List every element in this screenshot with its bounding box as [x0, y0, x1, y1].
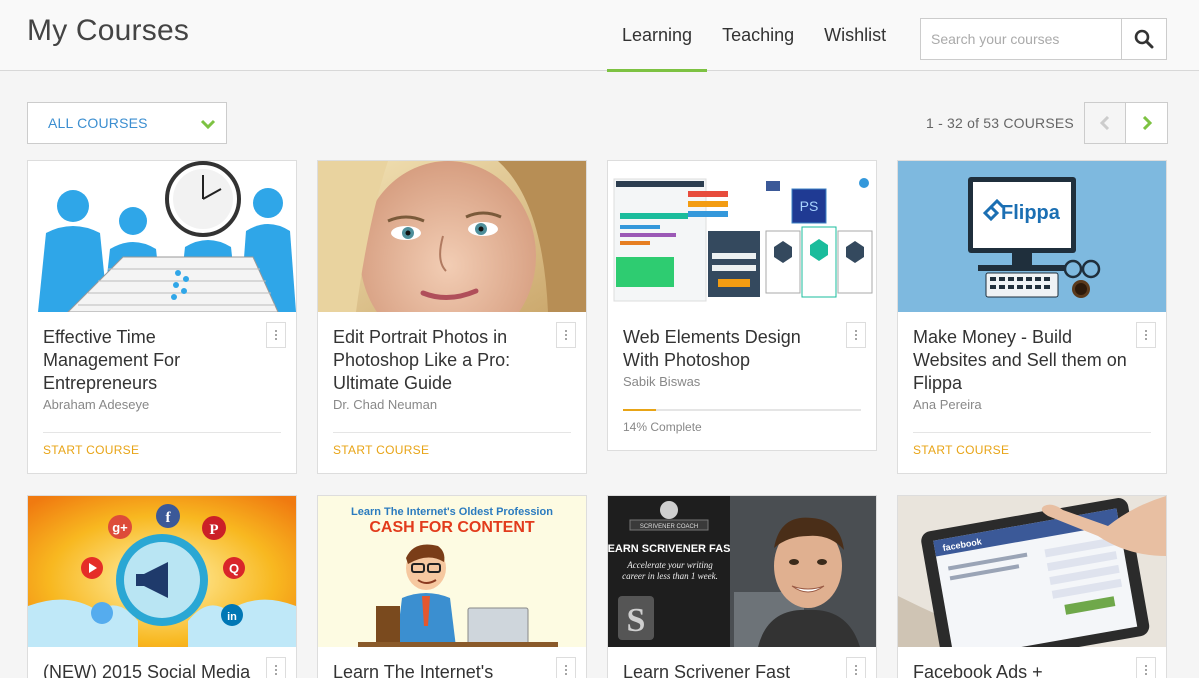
course-info: Web Elements Design With Photoshop Sabik…	[608, 312, 876, 389]
course-card[interactable]: g+ f P Q in (NEW) 2015 Social Media	[27, 495, 297, 678]
card-divider	[43, 432, 281, 433]
course-card[interactable]: facebook Facebook Ads +	[897, 495, 1167, 678]
ps-badge-text: PS	[800, 198, 819, 214]
scrivener-title: LEARN SCRIVENER FAST	[608, 543, 737, 555]
pagination	[1084, 102, 1168, 144]
svg-text:S: S	[627, 602, 646, 639]
course-card[interactable]: SCRIVENER COACH LEARN SCRIVENER FAST Acc…	[607, 495, 877, 678]
chevron-left-icon	[1099, 116, 1110, 130]
course-card[interactable]: PS Web Elements Design With Photoshop Sa…	[607, 160, 877, 451]
course-title[interactable]: (NEW) 2015 Social Media	[43, 661, 258, 678]
chevron-down-icon	[200, 119, 216, 130]
scrivener-subtitle: Accelerate your writing career in less t…	[622, 560, 718, 581]
course-thumbnail[interactable]: SCRIVENER COACH LEARN SCRIVENER FAST Acc…	[608, 496, 876, 647]
tab-teaching[interactable]: Teaching	[707, 0, 809, 71]
course-card[interactable]: Effective Time Management For Entreprene…	[27, 160, 297, 474]
course-thumbnail[interactable]	[318, 161, 586, 312]
start-course-link[interactable]: START COURSE	[333, 443, 429, 457]
scrivener-image: SCRIVENER COACH LEARN SCRIVENER FAST Acc…	[608, 496, 876, 647]
course-thumbnail[interactable]	[28, 161, 296, 312]
course-thumbnail[interactable]: facebook	[898, 496, 1166, 647]
scrivener-badge: SCRIVENER COACH	[640, 524, 698, 530]
course-title[interactable]: Effective Time Management For Entreprene…	[43, 326, 258, 395]
previous-page-button[interactable]	[1084, 102, 1126, 144]
top-header: My Courses Learning Teaching Wishlist	[0, 0, 1199, 72]
chevron-right-icon	[1142, 116, 1152, 130]
svg-text:in: in	[227, 611, 237, 623]
flippa-logo-text: Flippa	[1001, 202, 1061, 224]
course-progress-bar	[623, 409, 861, 411]
course-author: Abraham Adeseye	[43, 397, 150, 412]
course-tabs: Learning Teaching Wishlist	[607, 0, 901, 72]
course-card[interactable]: Edit Portrait Photos in Photoshop Like a…	[317, 160, 587, 474]
course-menu-button[interactable]	[1136, 322, 1156, 348]
tab-wishlist[interactable]: Wishlist	[809, 0, 901, 71]
start-course-link[interactable]: START COURSE	[913, 443, 1009, 457]
course-author: Sabik Biswas	[623, 374, 701, 389]
start-course-link[interactable]: START COURSE	[43, 443, 139, 457]
course-author: Dr. Chad Neuman	[333, 397, 438, 412]
page-title: My Courses	[27, 14, 190, 47]
svg-text:P: P	[209, 522, 218, 538]
social-media-image: g+ f P Q in	[28, 496, 296, 647]
course-title[interactable]: Learn Scrivener Fast	[623, 661, 838, 678]
course-title[interactable]: Edit Portrait Photos in Photoshop Like a…	[333, 326, 548, 395]
portrait-photo-image	[318, 161, 586, 312]
search-input[interactable]	[920, 18, 1121, 60]
web-elements-image: PS	[608, 161, 876, 312]
course-menu-button[interactable]	[846, 322, 866, 348]
course-title[interactable]: Make Money - Build Websites and Sell the…	[913, 326, 1128, 395]
course-menu-button[interactable]	[266, 322, 286, 348]
search-icon	[1134, 29, 1154, 49]
facebook-ads-image: facebook	[898, 496, 1166, 647]
cash-for-content-image: Learn The Internet's Oldest Profession C…	[318, 496, 586, 647]
course-title[interactable]: Facebook Ads +	[913, 661, 1128, 678]
course-info: Learn Scrivener Fast	[608, 647, 876, 678]
time-management-image	[28, 161, 296, 312]
card-divider	[913, 432, 1151, 433]
course-thumbnail[interactable]: Learn The Internet's Oldest Profession C…	[318, 496, 586, 647]
course-menu-button[interactable]	[1136, 657, 1156, 678]
cash-title-main: CASH FOR CONTENT	[369, 519, 535, 536]
course-filter-select[interactable]: ALL COURSES	[27, 102, 227, 144]
course-info: Make Money - Build Websites and Sell the…	[898, 312, 1166, 412]
course-menu-button[interactable]	[556, 322, 576, 348]
next-page-button[interactable]	[1126, 102, 1168, 144]
filter-label: ALL COURSES	[48, 115, 148, 131]
svg-text:Q: Q	[229, 561, 239, 576]
course-info: Facebook Ads +	[898, 647, 1166, 678]
course-progress-label: 14% Complete	[623, 420, 702, 434]
course-title[interactable]: Learn The Internet's	[333, 661, 548, 678]
course-info: Edit Portrait Photos in Photoshop Like a…	[318, 312, 586, 412]
course-count: 1 - 32 of 53 COURSES	[926, 115, 1074, 131]
course-info: (NEW) 2015 Social Media	[28, 647, 296, 678]
course-progress-fill	[623, 409, 657, 411]
course-info: Learn The Internet's	[318, 647, 586, 678]
course-info: Effective Time Management For Entreprene…	[28, 312, 296, 412]
course-card[interactable]: Learn The Internet's Oldest Profession C…	[317, 495, 587, 678]
course-menu-button[interactable]	[266, 657, 286, 678]
search-box	[920, 18, 1167, 60]
flippa-image: Flippa	[898, 161, 1166, 312]
course-menu-button[interactable]	[846, 657, 866, 678]
cash-title-top: Learn The Internet's Oldest Profession	[351, 506, 553, 518]
course-thumbnail[interactable]: g+ f P Q in	[28, 496, 296, 647]
course-title[interactable]: Web Elements Design With Photoshop	[623, 326, 838, 372]
svg-text:g+: g+	[112, 520, 128, 535]
course-thumbnail[interactable]: Flippa	[898, 161, 1166, 312]
course-card[interactable]: Flippa Make Money - Build Websites and S…	[897, 160, 1167, 474]
course-author: Ana Pereira	[913, 397, 982, 412]
course-menu-button[interactable]	[556, 657, 576, 678]
card-divider	[333, 432, 571, 433]
course-thumbnail[interactable]: PS	[608, 161, 876, 312]
tab-learning[interactable]: Learning	[607, 0, 708, 72]
search-button[interactable]	[1121, 18, 1167, 60]
